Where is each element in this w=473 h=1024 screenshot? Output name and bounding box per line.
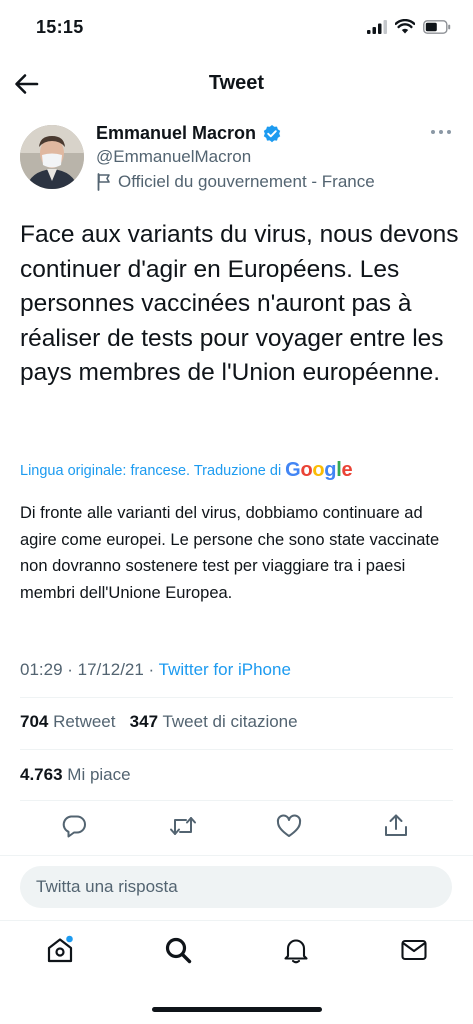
divider	[0, 920, 473, 921]
likes-count[interactable]: 4.763	[20, 765, 63, 784]
tab-home[interactable]	[45, 935, 75, 965]
retweet-icon	[170, 817, 196, 835]
translation-note[interactable]: Lingua originale: francese. Traduzione d…	[20, 463, 281, 479]
tab-search[interactable]	[163, 935, 193, 965]
author-handle[interactable]: @EmmanuelMacron	[96, 147, 251, 167]
bell-icon	[284, 939, 308, 964]
author-name[interactable]: Emmanuel Macron	[96, 123, 256, 144]
like-stats[interactable]: 4.763 Mi piace	[20, 765, 131, 785]
avatar[interactable]	[20, 125, 84, 189]
reply-icon	[62, 815, 86, 838]
tweet-timestamp: 01:29 · 17/12/21 ·	[20, 660, 159, 679]
cellular-signal-icon	[367, 19, 387, 34]
more-options-button[interactable]	[430, 124, 452, 140]
like-button[interactable]	[275, 812, 305, 842]
wifi-icon	[395, 19, 415, 34]
share-icon	[385, 814, 407, 836]
page-title: Tweet	[208, 72, 265, 94]
quotes-label[interactable]: Tweet di citazione	[162, 712, 297, 731]
government-label: Officiel du gouvernement - France	[96, 172, 375, 192]
reply-placeholder[interactable]: Twitta una risposta	[36, 877, 178, 897]
verified-badge-icon	[263, 124, 281, 142]
quotes-count[interactable]: 347	[130, 712, 158, 731]
battery-icon	[423, 19, 451, 34]
government-label-text: Officiel du gouvernement - France	[118, 172, 375, 191]
translation-attribution[interactable]: Lingua originale: francese. Traduzione d…	[20, 459, 353, 482]
reply-button[interactable]	[60, 812, 90, 842]
retweet-stats[interactable]: 704 Retweet 347 Tweet di citazione	[20, 712, 298, 732]
tab-messages[interactable]	[399, 935, 429, 965]
author-name-row[interactable]: Emmanuel Macron	[96, 123, 282, 144]
tab-notifications[interactable]	[281, 935, 311, 965]
share-button[interactable]	[382, 812, 412, 842]
mail-icon	[401, 939, 427, 961]
avatar-image	[20, 125, 84, 189]
translated-text: Di fronte alle varianti del virus, dobbi…	[20, 504, 440, 602]
more-dots-icon	[431, 130, 451, 134]
tweet-source-link[interactable]: Twitter for iPhone	[159, 660, 291, 679]
divider	[20, 697, 453, 698]
retweets-label[interactable]: Retweet	[53, 712, 115, 731]
retweets-count[interactable]: 704	[20, 712, 48, 731]
divider	[20, 749, 453, 750]
flag-icon	[97, 173, 110, 191]
divider	[20, 800, 453, 801]
search-icon	[165, 937, 192, 964]
heart-icon	[276, 814, 302, 837]
status-time: 15:15	[36, 17, 84, 37]
retweet-button[interactable]	[168, 812, 198, 842]
status-icons	[367, 19, 451, 34]
divider	[0, 855, 473, 856]
likes-label[interactable]: Mi piace	[67, 765, 130, 784]
home-icon	[47, 935, 73, 963]
home-indicator	[152, 1007, 322, 1012]
tweet-text: Face aux variants du virus, nous devons …	[20, 221, 459, 386]
tweet-meta: 01:29 · 17/12/21 · Twitter for iPhone	[20, 660, 291, 680]
google-logo: Google	[285, 459, 353, 481]
